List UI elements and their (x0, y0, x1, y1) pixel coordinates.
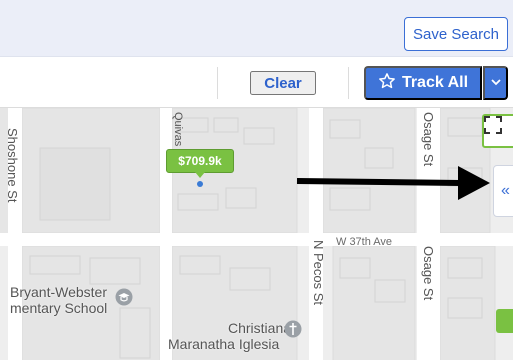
poi-school-line1: Bryant-Webster (10, 284, 107, 300)
chevron-down-icon (490, 76, 502, 91)
street-label-osage-bottom: Osage St (421, 246, 436, 301)
poi-church-line1: Christiana (228, 320, 292, 336)
top-header-bar: Save Search (0, 0, 513, 57)
clear-button[interactable]: Clear (250, 71, 316, 95)
toolbar-divider (217, 67, 218, 99)
street-label-w37th: W 37th Ave (336, 236, 393, 248)
poi-church-line2: Maranatha Iglesia (168, 336, 280, 352)
track-all-label: Track All (401, 74, 469, 91)
listing-marker-partial[interactable] (496, 309, 513, 333)
poi-school-line2: mentary School (10, 300, 108, 316)
map-view[interactable]: Shoshone St Quivas St Osage St Osage St … (0, 108, 513, 360)
street-label-pecos: N Pecos St (311, 240, 326, 306)
track-all-button[interactable]: Track All (364, 66, 482, 100)
map-toolbar: Clear Track All (0, 57, 513, 108)
fullscreen-button[interactable] (482, 114, 513, 148)
listing-price-tag[interactable]: $709.9k (166, 149, 234, 178)
street-label-osage-top: Osage St (421, 112, 436, 167)
listing-location-dot[interactable] (197, 181, 203, 187)
collapse-panel-button[interactable]: « (493, 165, 513, 217)
street-label-shoshone: Shoshone St (5, 128, 20, 203)
track-all-dropdown-button[interactable] (483, 66, 508, 100)
save-search-button[interactable]: Save Search (404, 17, 508, 51)
toolbar-divider (348, 67, 349, 99)
star-icon (378, 72, 396, 95)
